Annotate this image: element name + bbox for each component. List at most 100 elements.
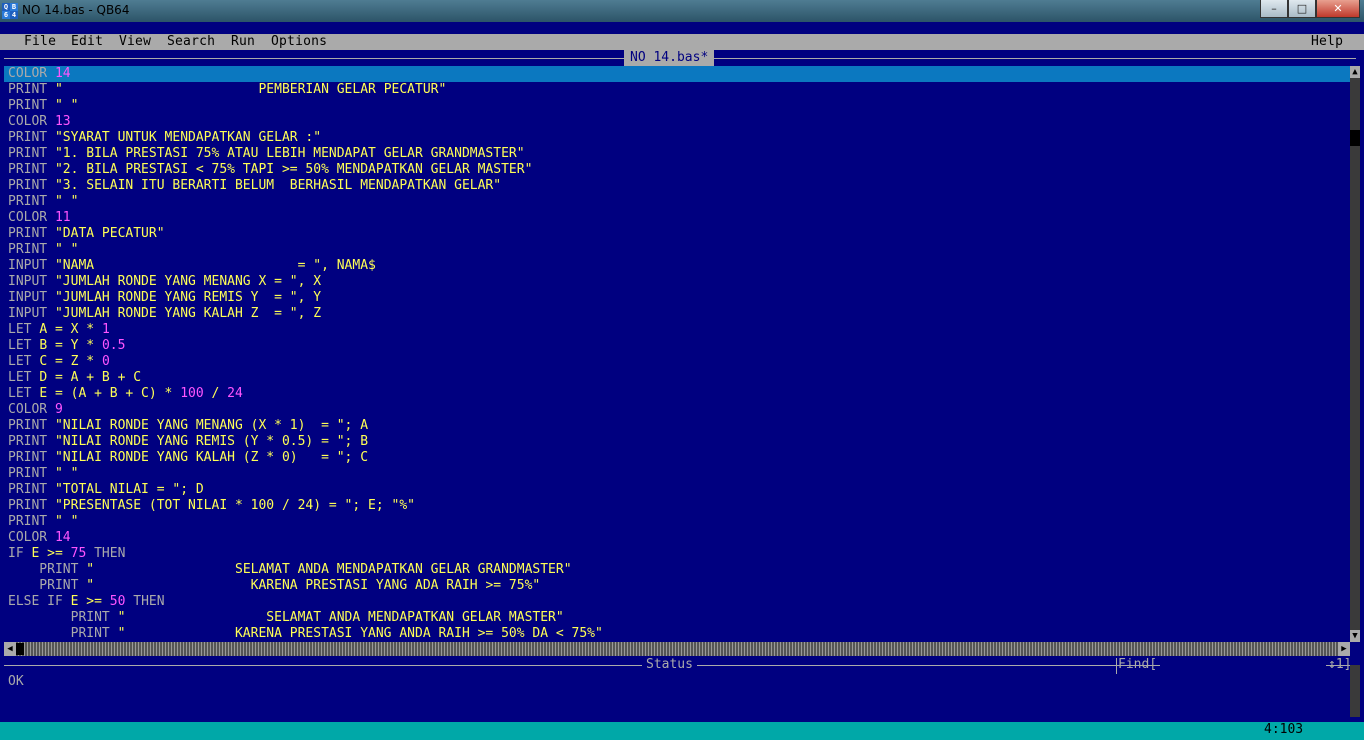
menu-options[interactable]: Options <box>271 34 327 50</box>
code-keyword: INPUT <box>8 274 55 289</box>
code-number: 50 <box>109 594 126 609</box>
code-keyword: COLOR <box>8 66 55 81</box>
code-line[interactable]: PRINT " " <box>8 194 1348 210</box>
code-keyword: INPUT <box>8 306 55 321</box>
code-line[interactable]: INPUT "NAMA = ", NAMA$ <box>8 258 1348 274</box>
minimize-icon[interactable]: – <box>1260 0 1288 18</box>
code-keyword: COLOR <box>8 402 55 417</box>
scroll-thumb[interactable] <box>1350 130 1360 146</box>
code-text: " SELAMAT ANDA MENDAPATKAN GELAR GRANDMA… <box>86 562 572 577</box>
code-keyword: LET <box>8 322 40 337</box>
code-text: "NILAI RONDE YANG KALAH (Z * 0) = "; C <box>54 450 369 465</box>
code-line[interactable]: PRINT "2. BILA PRESTASI < 75% TAPI >= 50… <box>8 162 1348 178</box>
code-keyword: PRINT <box>8 146 55 161</box>
find-arrows[interactable]: ↕1] <box>1328 657 1351 673</box>
code-line[interactable]: PRINT " " <box>8 98 1348 114</box>
code-line[interactable]: LET D = A + B + C <box>8 370 1348 386</box>
find-input[interactable] <box>1160 658 1326 672</box>
code-line[interactable]: PRINT "1. BILA PRESTASI 75% ATAU LEBIH M… <box>8 146 1348 162</box>
code-line[interactable]: PRINT "3. SELAIN ITU BERARTI BELUM BERHA… <box>8 178 1348 194</box>
code-text: " KARENA PRESTASI YANG ADA RAIH >= 75%" <box>86 578 541 593</box>
code-line[interactable]: PRINT " SELAMAT ANDA MENDAPATKAN GELAR G… <box>8 562 1348 578</box>
code-keyword: ELSE IF <box>8 594 71 609</box>
code-text: " " <box>54 514 79 529</box>
code-keyword: PRINT <box>8 578 87 593</box>
menu-edit[interactable]: Edit <box>71 34 103 50</box>
find-label: Find[ <box>1118 657 1158 672</box>
code-keyword: PRINT <box>8 626 118 641</box>
code-line[interactable]: PRINT " " <box>8 242 1348 258</box>
find-divider <box>1116 658 1117 674</box>
code-text: A = X * <box>39 322 102 337</box>
code-line[interactable]: PRINT " PEMBERIAN GELAR PECATUR" <box>8 82 1348 98</box>
code-line[interactable]: LET E = (A + B + C) * 100 / 24 <box>8 386 1348 402</box>
code-keyword: LET <box>8 370 40 385</box>
code-line[interactable]: ELSE IF E >= 50 THEN <box>8 594 1348 610</box>
code-line[interactable]: PRINT " " <box>8 466 1348 482</box>
code-line[interactable]: PRINT "TOTAL NILAI = "; D <box>8 482 1348 498</box>
maximize-icon[interactable]: □ <box>1288 0 1316 18</box>
code-keyword: PRINT <box>8 418 55 433</box>
code-line[interactable]: PRINT " KARENA PRESTASI YANG ANDA RAIH >… <box>8 626 1348 642</box>
code-line[interactable]: PRINT " " <box>8 514 1348 530</box>
code-keyword: LET <box>8 386 40 401</box>
code-text: " SELAMAT ANDA MENDAPATKAN GELAR MASTER" <box>117 610 564 625</box>
code-line[interactable]: PRINT "PRESENTASE (TOT NILAI * 100 / 24)… <box>8 498 1348 514</box>
qb64-app-icon: Q B 6 4 <box>2 3 18 19</box>
code-keyword: PRINT <box>8 498 55 513</box>
code-line[interactable]: PRINT "SYARAT UNTUK MENDAPATKAN GELAR :" <box>8 130 1348 146</box>
window-controls: – □ ✕ <box>1260 0 1360 18</box>
code-number: 100 <box>180 386 204 401</box>
menu-view[interactable]: View <box>119 34 151 50</box>
scroll-up-icon[interactable]: ▲ <box>1350 66 1360 78</box>
code-keyword: THEN <box>125 594 165 609</box>
code-line[interactable]: INPUT "JUMLAH RONDE YANG KALAH Z = ", Z <box>8 306 1348 322</box>
menu-search[interactable]: Search <box>167 34 215 50</box>
code-line[interactable]: COLOR 13 <box>8 114 1348 130</box>
code-text: "3. SELAIN ITU BERARTI BELUM BERHASIL ME… <box>54 178 502 193</box>
code-text: " " <box>54 194 79 209</box>
code-text: " " <box>54 466 79 481</box>
code-line[interactable]: PRINT "NILAI RONDE YANG MENANG (X * 1) =… <box>8 418 1348 434</box>
code-line[interactable]: PRINT "DATA PECATUR" <box>8 226 1348 242</box>
code-number: 14 <box>54 66 71 81</box>
code-line[interactable]: LET C = Z * 0 <box>8 354 1348 370</box>
code-line[interactable]: IF E >= 75 THEN <box>8 546 1348 562</box>
code-text: B = Y * <box>39 338 102 353</box>
code-keyword: PRINT <box>8 482 55 497</box>
code-text: "JUMLAH RONDE YANG MENANG X = ", X <box>54 274 322 289</box>
code-editor[interactable]: COLOR 14 PRINT " PEMBERIAN GELAR PECATUR"… <box>4 66 1352 642</box>
code-text: "NILAI RONDE YANG REMIS (Y * 0.5) = "; B <box>54 434 369 449</box>
code-line[interactable]: PRINT "NILAI RONDE YANG KALAH (Z * 0) = … <box>8 450 1348 466</box>
scroll-left-icon[interactable]: ◀ <box>4 642 16 656</box>
scroll-right-icon[interactable]: ▶ <box>1338 642 1350 656</box>
code-number: 0 <box>101 354 110 369</box>
code-text: "1. BILA PRESTASI 75% ATAU LEBIH MENDAPA… <box>54 146 525 161</box>
code-keyword: PRINT <box>8 82 55 97</box>
code-line-selected[interactable]: COLOR 14 <box>4 66 1352 82</box>
code-line[interactable]: COLOR 11 <box>8 210 1348 226</box>
code-line[interactable]: INPUT "JUMLAH RONDE YANG MENANG X = ", X <box>8 274 1348 290</box>
code-line[interactable]: PRINT " SELAMAT ANDA MENDAPATKAN GELAR M… <box>8 610 1348 626</box>
code-number: 14 <box>54 530 71 545</box>
horizontal-scroll-thumb[interactable] <box>16 643 24 655</box>
code-line[interactable]: COLOR 9 <box>8 402 1348 418</box>
code-line[interactable]: INPUT "JUMLAH RONDE YANG REMIS Y = ", Y <box>8 290 1348 306</box>
code-line[interactable]: PRINT "NILAI RONDE YANG REMIS (Y * 0.5) … <box>8 434 1348 450</box>
code-text: " KARENA PRESTASI YANG ANDA RAIH >= 50% … <box>117 626 603 641</box>
menu-file[interactable]: File <box>24 34 56 50</box>
code-line[interactable]: LET A = X * 1 <box>8 322 1348 338</box>
scroll-down-icon[interactable]: ▼ <box>1350 630 1360 642</box>
code-text: " PEMBERIAN GELAR PECATUR" <box>54 82 447 97</box>
close-icon[interactable]: ✕ <box>1316 0 1360 18</box>
code-line[interactable]: COLOR 14 <box>8 530 1348 546</box>
code-keyword: PRINT <box>8 194 55 209</box>
menu-run[interactable]: Run <box>231 34 255 50</box>
window-title: NO 14.bas - QB64 <box>22 3 130 17</box>
horizontal-scrollbar[interactable]: ◀ ▶ <box>4 642 1350 656</box>
vertical-scrollbar[interactable]: ▲ ▼ <box>1350 66 1360 642</box>
code-line[interactable]: LET B = Y * 0.5 <box>8 338 1348 354</box>
code-line[interactable]: PRINT " KARENA PRESTASI YANG ADA RAIH >=… <box>8 578 1348 594</box>
status-scrollbar[interactable] <box>1350 665 1360 717</box>
menu-help[interactable]: Help <box>1311 34 1343 50</box>
